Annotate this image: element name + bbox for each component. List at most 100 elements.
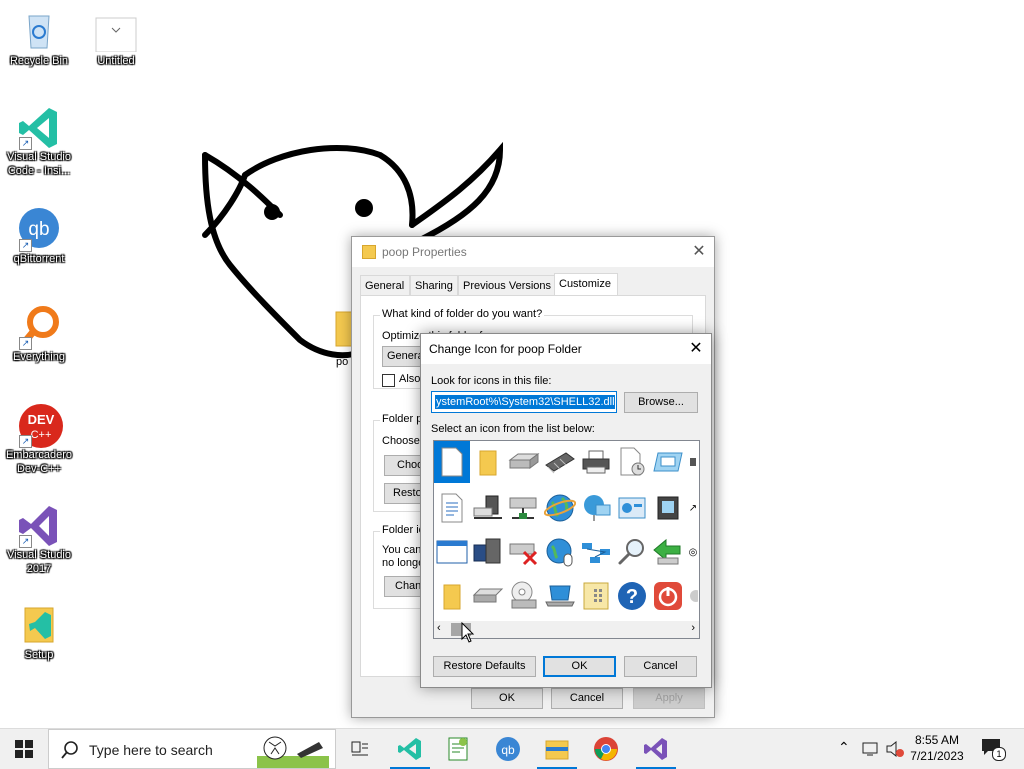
- properties-titlebar[interactable]: poop Properties ✕: [352, 237, 714, 267]
- partial-icon: [690, 590, 698, 602]
- icon-list-item[interactable]: [578, 487, 614, 529]
- icon-text: no longe: [382, 557, 425, 569]
- apply-button[interactable]: Apply: [633, 688, 705, 709]
- file-explorer-icon: [545, 740, 569, 760]
- icon-list-item[interactable]: [506, 441, 542, 483]
- notification-count-badge: 1: [992, 747, 1006, 761]
- also-apply-checkbox[interactable]: [382, 374, 395, 387]
- dialog-titlebar[interactable]: Change Icon for poop Folder ✕: [421, 334, 711, 364]
- icon-list-item[interactable]: [578, 575, 614, 617]
- control-panel-icon: [618, 497, 646, 519]
- icon-list-item[interactable]: ↗: [686, 487, 699, 529]
- tab-general[interactable]: General: [360, 275, 410, 296]
- task-view-icon: [351, 741, 368, 756]
- browse-button[interactable]: Browse...: [624, 392, 698, 413]
- drive-flat-icon: [472, 588, 504, 603]
- desktop-icon-everything[interactable]: ↗ Everything: [1, 304, 77, 364]
- tab-sharing[interactable]: Sharing: [410, 275, 458, 296]
- network-drive-icon: [509, 497, 537, 519]
- icon-list-item[interactable]: [434, 531, 470, 573]
- icon-list-item[interactable]: [686, 441, 699, 483]
- icon-list-item[interactable]: [686, 575, 699, 617]
- shortcut-overlay-icon: ↗: [688, 502, 698, 514]
- icon-list-item[interactable]: [470, 441, 506, 483]
- icon-list-item[interactable]: [614, 441, 650, 483]
- change-icon-dialog: Change Icon for poop Folder ✕ Look for i…: [420, 333, 712, 688]
- restore-defaults-button[interactable]: Restore Defaults: [433, 656, 536, 677]
- desktop-icon-recycle-bin[interactable]: Recycle Bin: [1, 8, 77, 68]
- icon-list-item[interactable]: [578, 531, 614, 573]
- icon-list-item[interactable]: [650, 575, 686, 617]
- window-title: poop Properties: [382, 245, 467, 259]
- icon-list-item[interactable]: [542, 575, 578, 617]
- icon-list-item[interactable]: [542, 531, 578, 573]
- desktop-icon-label: Everything: [13, 351, 65, 363]
- chevron-up-icon[interactable]: ⌃: [838, 739, 850, 756]
- tab-previous-versions[interactable]: Previous Versions: [458, 275, 558, 296]
- help-icon: ?: [618, 582, 646, 610]
- icon-list-item[interactable]: [434, 487, 470, 529]
- icon-list-item[interactable]: [650, 487, 686, 529]
- notification-center-button[interactable]: 1: [980, 737, 1006, 761]
- taskbar-app-qbittorrent[interactable]: qb: [484, 729, 532, 769]
- icon-list-item[interactable]: [506, 531, 542, 573]
- icon-list-item[interactable]: [470, 575, 506, 617]
- network-computers-icon: [584, 495, 611, 521]
- folder-icon: [362, 245, 376, 259]
- icon-list-item[interactable]: [434, 441, 470, 483]
- desktop-icon-visual-studio[interactable]: ↗ Visual Studio 2017: [1, 502, 77, 576]
- desktop-icon-devcpp[interactable]: DEV C++ ↗ Embarcadero Dev-C++: [1, 402, 77, 476]
- laptop-icon: [545, 585, 575, 607]
- scroll-left-icon[interactable]: ‹: [437, 622, 441, 634]
- taskbar-app-notepad-plus[interactable]: [434, 729, 482, 769]
- start-button[interactable]: [0, 729, 48, 769]
- qbittorrent-icon: qb ↗: [17, 206, 61, 252]
- icon-list-item[interactable]: [542, 441, 578, 483]
- icon-list-item[interactable]: [542, 487, 578, 529]
- cancel-button[interactable]: Cancel: [551, 688, 623, 709]
- desktop-icon-qbittorrent[interactable]: qb ↗ qBittorrent: [1, 206, 77, 266]
- network-icon[interactable]: [862, 741, 880, 757]
- icon-list-item[interactable]: ?: [614, 575, 650, 617]
- volume-muted-icon[interactable]: [885, 741, 905, 757]
- icon-list-item[interactable]: [614, 487, 650, 529]
- blank-document-icon: [441, 447, 463, 477]
- ok-button[interactable]: OK: [543, 656, 616, 677]
- scroll-right-icon[interactable]: ›: [691, 622, 695, 634]
- close-icon[interactable]: ✕: [684, 237, 714, 267]
- ok-button[interactable]: OK: [471, 688, 543, 709]
- icon-list-item[interactable]: [506, 487, 542, 529]
- icon-text: You can: [382, 544, 422, 556]
- file-path-input[interactable]: ystemRoot%\System32\SHELL32.dll: [431, 391, 617, 413]
- taskbar-app-visual-studio[interactable]: [632, 729, 680, 769]
- icon-list-item[interactable]: [578, 441, 614, 483]
- search-box[interactable]: Type here to search: [48, 729, 336, 769]
- icon-list-item[interactable]: [470, 487, 506, 529]
- audio-settings-icon: [657, 496, 679, 520]
- taskbar-app-vscode[interactable]: [386, 729, 434, 769]
- desktop-icon-untitled[interactable]: Untitled: [78, 8, 154, 68]
- close-icon[interactable]: ✕: [681, 334, 711, 364]
- desktop-icon-vscode[interactable]: ↗ Visual Studio Code - Insi...: [1, 104, 77, 178]
- memory-chip-icon: [545, 452, 575, 474]
- clock[interactable]: 8:55 AM 7/21/2023: [906, 733, 968, 763]
- cancel-button[interactable]: Cancel: [624, 656, 697, 677]
- desktop-icon-setup[interactable]: Setup: [1, 602, 77, 662]
- icon-list-item[interactable]: [470, 531, 506, 573]
- svg-text:qb: qb: [501, 743, 515, 757]
- icon-list-item[interactable]: ◎: [686, 531, 699, 573]
- icon-list-item[interactable]: [650, 441, 686, 483]
- taskbar-app-chrome[interactable]: [582, 729, 630, 769]
- folder-icon: [479, 450, 497, 476]
- tab-customize[interactable]: Customize: [554, 273, 618, 297]
- icon-list-item[interactable]: [614, 531, 650, 573]
- taskbar-app-file-explorer[interactable]: [533, 729, 581, 769]
- icon-list-item[interactable]: [650, 531, 686, 573]
- shortcut-arrow-icon: ↗: [19, 337, 32, 350]
- shortcut-arrow-icon: ↗: [19, 535, 32, 548]
- task-view-button[interactable]: [336, 729, 384, 769]
- icon-list-item[interactable]: [506, 575, 542, 617]
- desktop-icon-label: Setup: [24, 649, 54, 661]
- icon-list-item[interactable]: [434, 575, 470, 617]
- icon-list[interactable]: ↗ ◎ ? ‹ ›: [433, 440, 700, 639]
